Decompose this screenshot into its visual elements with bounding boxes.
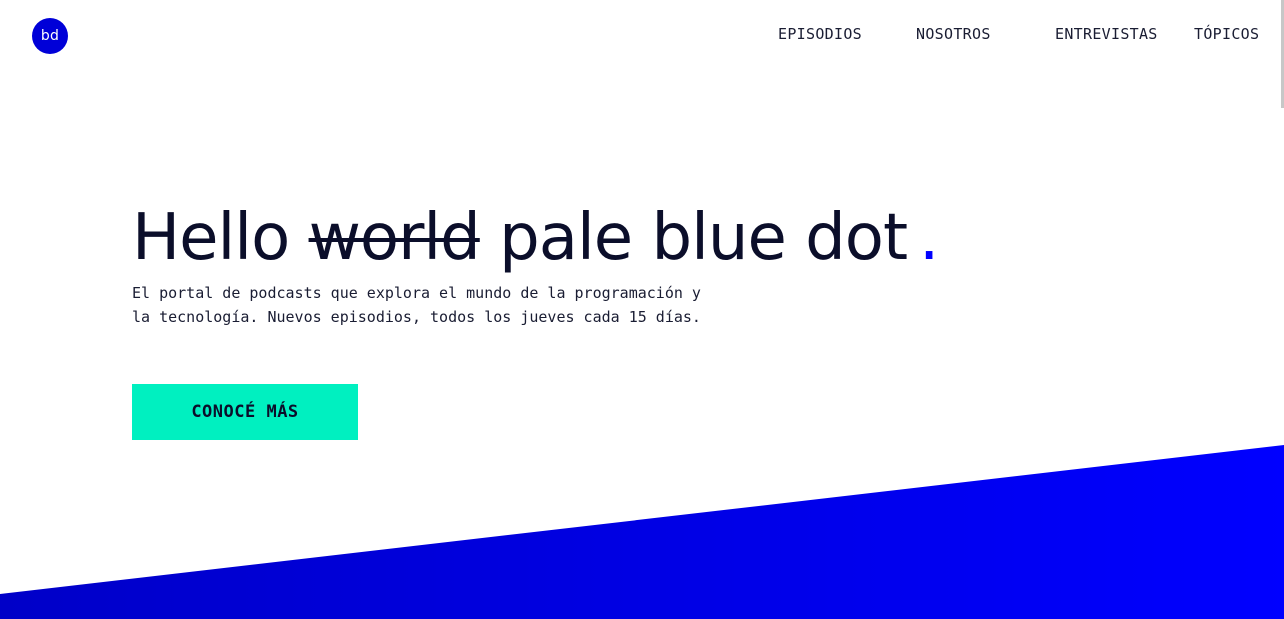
blue-wedge-decoration (0, 445, 1284, 619)
